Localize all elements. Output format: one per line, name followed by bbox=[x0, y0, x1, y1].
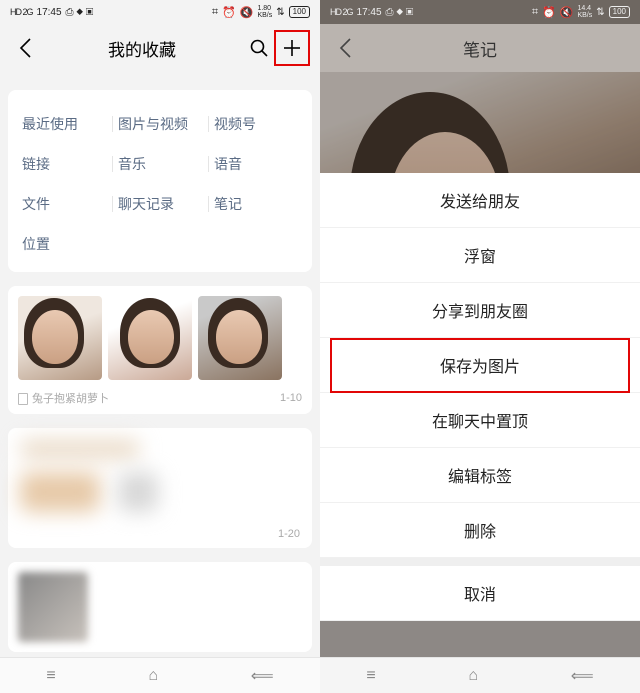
battery-indicator: 100 bbox=[609, 6, 630, 18]
back-button[interactable] bbox=[10, 37, 40, 59]
category-item[interactable]: 笔记 bbox=[208, 184, 304, 224]
status-time: 17:45 bbox=[37, 7, 62, 18]
wifi-icon: ⇅ bbox=[596, 7, 604, 18]
favorites-item[interactable]: 兔子抱紧胡萝卜 1-10 bbox=[8, 286, 312, 414]
right-phone: HD 2G 17:45 ⎙ ⬥ ▣ ⌗ ⏰ 🔇 14.4KB/s ⇅ 100 笔… bbox=[320, 0, 640, 693]
status-indicators: ⎙ ⬥ ▣ bbox=[386, 7, 414, 18]
item-author: 兔子抱紧胡萝卜 bbox=[18, 390, 109, 406]
item-date: 1-20 bbox=[278, 528, 300, 540]
add-button[interactable] bbox=[274, 30, 310, 66]
action-sheet: 发送给朋友 浮窗 分享到朋友圈 保存为图片 在聊天中置顶 编辑标签 删除 取消 bbox=[320, 173, 640, 621]
thumbnail-image bbox=[198, 296, 282, 380]
sys-home-button[interactable]: ⌂ bbox=[148, 667, 158, 685]
category-item[interactable]: 语音 bbox=[208, 144, 304, 184]
thumbnail-row bbox=[18, 296, 302, 380]
page-title: 我的收藏 bbox=[40, 36, 244, 61]
favorites-item-blurred[interactable]: 1-20 bbox=[8, 428, 312, 548]
alarm-icon: ⏰ bbox=[542, 6, 556, 19]
status-bar: HD 2G 17:45 ⎙ ⬥ ▣ ⌗ ⏰ 🔇 14.4KB/s ⇅ 100 bbox=[320, 0, 640, 24]
category-item[interactable]: 图片与视频 bbox=[112, 104, 208, 144]
left-content: 最近使用 图片与视频 视频号 链接 音乐 语音 文件 聊天记录 笔记 位置 bbox=[0, 72, 320, 657]
category-item[interactable]: 位置 bbox=[16, 224, 112, 264]
item-date: 1-10 bbox=[280, 392, 302, 404]
mute-icon: 🔇 bbox=[240, 6, 254, 19]
net-speed: 1.80KB/s bbox=[257, 5, 272, 19]
sheet-share-moments[interactable]: 分享到朋友圈 bbox=[320, 283, 640, 338]
sheet-cancel[interactable]: 取消 bbox=[320, 566, 640, 621]
status-time: 17:45 bbox=[357, 7, 382, 18]
page-title: 笔记 bbox=[360, 36, 600, 61]
note-icon bbox=[18, 393, 28, 405]
thumbnail-image bbox=[108, 296, 192, 380]
category-item[interactable]: 最近使用 bbox=[16, 104, 112, 144]
sheet-save-as-image[interactable]: 保存为图片 bbox=[320, 338, 640, 393]
sys-home-button[interactable]: ⌂ bbox=[468, 667, 478, 685]
sheet-pin-in-chat[interactable]: 在聊天中置顶 bbox=[320, 393, 640, 448]
category-item[interactable]: 文件 bbox=[16, 184, 112, 224]
sys-back-button[interactable]: ⟸ bbox=[571, 666, 594, 686]
net-speed: 14.4KB/s bbox=[577, 5, 592, 19]
network-icon: HD 2G bbox=[330, 7, 353, 17]
status-bar: HD 2G 17:45 ⎙ ⬥ ▣ ⌗ ⏰ 🔇 1.80KB/s ⇅ 100 bbox=[0, 0, 320, 24]
network-icon: HD 2G bbox=[10, 7, 33, 17]
category-item[interactable]: 视频号 bbox=[208, 104, 304, 144]
right-content: 发送给朋友 浮窗 分享到朋友圈 保存为图片 在聊天中置顶 编辑标签 删除 取消 bbox=[320, 72, 640, 657]
left-phone: HD 2G 17:45 ⎙ ⬥ ▣ ⌗ ⏰ 🔇 1.80KB/s ⇅ 100 我… bbox=[0, 0, 320, 693]
bluetooth-icon: ⌗ bbox=[212, 6, 218, 19]
sheet-send-to-friend[interactable]: 发送给朋友 bbox=[320, 173, 640, 228]
wifi-icon: ⇅ bbox=[276, 7, 284, 18]
sys-menu-button[interactable]: ≡ bbox=[366, 667, 375, 685]
category-item[interactable]: 链接 bbox=[16, 144, 112, 184]
system-nav: ≡ ⌂ ⟸ bbox=[320, 657, 640, 693]
bluetooth-icon: ⌗ bbox=[532, 6, 538, 19]
sheet-float-window[interactable]: 浮窗 bbox=[320, 228, 640, 283]
alarm-icon: ⏰ bbox=[222, 6, 236, 19]
thumbnail-image bbox=[18, 296, 102, 380]
back-button[interactable] bbox=[330, 37, 360, 59]
status-indicators: ⎙ ⬥ ▣ bbox=[66, 7, 94, 18]
battery-indicator: 100 bbox=[289, 6, 310, 18]
nav-bar: 我的收藏 bbox=[0, 24, 320, 72]
sys-menu-button[interactable]: ≡ bbox=[46, 667, 55, 685]
search-button[interactable] bbox=[244, 38, 274, 58]
mute-icon: 🔇 bbox=[560, 6, 574, 19]
nav-bar: 笔记 bbox=[320, 24, 640, 72]
thumbnail-image bbox=[18, 572, 88, 642]
sheet-delete[interactable]: 删除 bbox=[320, 503, 640, 558]
sheet-edit-tags[interactable]: 编辑标签 bbox=[320, 448, 640, 503]
category-item[interactable]: 聊天记录 bbox=[112, 184, 208, 224]
system-nav: ≡ ⌂ ⟸ bbox=[0, 657, 320, 693]
favorites-item-blurred[interactable] bbox=[8, 562, 312, 652]
category-item[interactable]: 音乐 bbox=[112, 144, 208, 184]
category-card: 最近使用 图片与视频 视频号 链接 音乐 语音 文件 聊天记录 笔记 位置 bbox=[8, 90, 312, 272]
sys-back-button[interactable]: ⟸ bbox=[251, 666, 274, 686]
